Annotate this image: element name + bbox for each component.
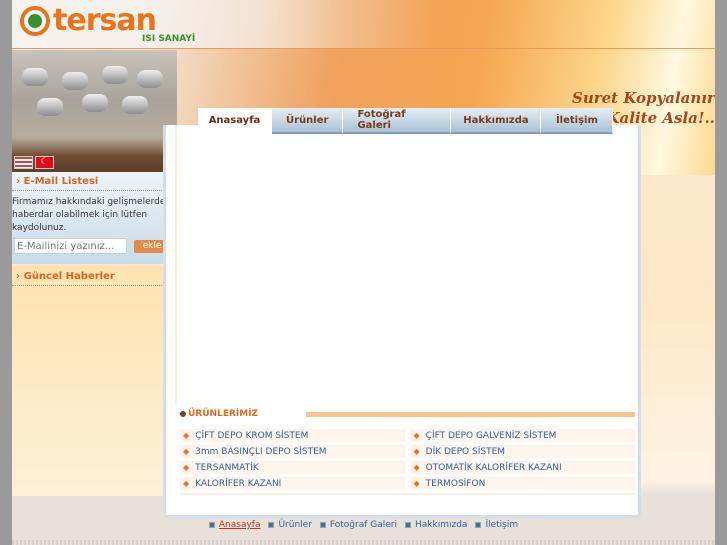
language-flags: ☾ bbox=[14, 156, 54, 169]
square-bullet-icon bbox=[208, 522, 215, 528]
footer-link-label: Ürünler bbox=[278, 520, 312, 530]
footer-link-hakkimizda[interactable]: Hakkımızda bbox=[405, 520, 467, 530]
flag-en-icon[interactable] bbox=[14, 156, 33, 169]
email-list-title: › E-Mail Listesi bbox=[12, 173, 168, 191]
product-link[interactable]: ◆ 3mm BASINÇLI DEPO SİSTEM bbox=[180, 445, 405, 458]
square-bullet-icon bbox=[319, 522, 326, 528]
news-title: › Güncel Haberler bbox=[12, 268, 168, 286]
news-box: › Güncel Haberler bbox=[12, 266, 174, 496]
bullet-icon: ◆ bbox=[413, 479, 420, 488]
footer-link-urunler[interactable]: Ürünler bbox=[268, 520, 312, 530]
square-bullet-icon bbox=[475, 522, 482, 528]
bullet-icon bbox=[180, 411, 186, 417]
flag-tr-icon[interactable]: ☾ bbox=[35, 156, 54, 169]
bullet-icon: ◆ bbox=[413, 447, 420, 456]
logo-emblem-icon bbox=[20, 6, 50, 36]
email-input[interactable] bbox=[14, 238, 127, 254]
product-link[interactable]: ◆ TERMOSİFON bbox=[410, 477, 635, 490]
footer-link-label: Anasayfa bbox=[218, 520, 261, 530]
email-list-box: › E-Mail Listesi Firmamız hakkındaki gel… bbox=[12, 172, 174, 264]
bullet-icon: ◆ bbox=[183, 463, 190, 472]
product-label: ÇİFT DEPO GALVENİZ SİSTEM bbox=[425, 430, 557, 441]
footer-link-iletisim[interactable]: İletişim bbox=[475, 520, 518, 530]
product-link[interactable]: ◆ ÇİFT DEPO KROM SİSTEM bbox=[180, 429, 405, 442]
logo-text: tersan bbox=[53, 3, 157, 38]
product-link[interactable]: ◆ OTOMATİK KALORİFER KAZANI bbox=[410, 461, 635, 474]
product-label: 3mm BASINÇLI DEPO SİSTEM bbox=[195, 446, 327, 457]
logo[interactable]: tersan bbox=[20, 3, 157, 38]
product-link[interactable]: ◆ ÇİFT DEPO GALVENİZ SİSTEM bbox=[410, 429, 635, 442]
footer-link-anasayfa[interactable]: Anasayfa bbox=[208, 520, 261, 530]
footer-pattern bbox=[12, 540, 715, 545]
bullet-icon: ◆ bbox=[413, 431, 420, 440]
square-bullet-icon bbox=[405, 522, 411, 528]
email-list-text: Firmamız hakkındaki gelişmelerden haberd… bbox=[12, 197, 172, 233]
content-divider bbox=[175, 125, 177, 405]
tab-anasayfa[interactable]: Anasayfa bbox=[198, 108, 272, 134]
tab-hakkimizda[interactable]: Hakkımızda bbox=[451, 108, 542, 134]
sidebar: › E-Mail Listesi Firmamız hakkındaki gel… bbox=[12, 172, 174, 502]
logo-subtitle: ISI SANAYİ bbox=[142, 34, 196, 44]
product-label: KALORİFER KAZANI bbox=[195, 478, 282, 489]
footer-link-label: İletişim bbox=[485, 520, 519, 530]
product-link[interactable]: ◆ DİK DEPO SİSTEM bbox=[410, 445, 635, 458]
bullet-icon: ◆ bbox=[183, 447, 190, 456]
tab-urunler[interactable]: Ürünler bbox=[272, 108, 344, 134]
product-label: ÇİFT DEPO KROM SİSTEM bbox=[195, 430, 309, 441]
page: tersan ISI SANAYİ Suret Kopyalanır Kalit… bbox=[12, 0, 715, 545]
footer-link-label: Fotoğraf Galeri bbox=[329, 520, 397, 530]
products-title-bar bbox=[306, 411, 635, 417]
bullet-icon: ◆ bbox=[183, 479, 190, 488]
product-label: DİK DEPO SİSTEM bbox=[425, 446, 506, 457]
product-label: OTOMATİK KALORİFER KAZANI bbox=[425, 462, 562, 473]
email-list-title-text: E-Mail Listesi bbox=[23, 176, 99, 187]
news-title-text: Güncel Haberler bbox=[23, 271, 115, 282]
slogan-line1: Suret Kopyalanır bbox=[572, 89, 715, 107]
tab-fotograf-galeri[interactable]: Fotoğraf Galeri bbox=[343, 108, 452, 134]
square-bullet-icon bbox=[268, 522, 275, 528]
footer-link-label: Hakkımızda bbox=[415, 520, 468, 530]
product-link[interactable]: ◆ KALORİFER KAZANI bbox=[180, 477, 405, 490]
product-label: TERSANMATİK bbox=[195, 462, 259, 473]
products-title: ÜRÜNLERİMİZ bbox=[188, 409, 259, 419]
product-label: TERMOSİFON bbox=[425, 478, 486, 489]
bullet-icon: ◆ bbox=[413, 463, 420, 472]
bullet-icon: ◆ bbox=[183, 431, 190, 440]
main-content: ÜRÜNLERİMİZ ◆ ÇİFT DEPO KROM SİSTEM ◆ ÇİFT… bbox=[163, 125, 641, 518]
main-nav: Anasayfa Ürünler Fotoğraf Galeri Hakkımı… bbox=[198, 108, 614, 134]
products-section: ÜRÜNLERİMİZ ◆ ÇİFT DEPO KROM SİSTEM ◆ ÇİFT… bbox=[180, 407, 635, 495]
product-link[interactable]: ◆ TERSANMATİK bbox=[180, 461, 405, 474]
tab-iletisim[interactable]: İletişim bbox=[541, 108, 614, 134]
footer-link-fotograf-galeri[interactable]: Fotoğraf Galeri bbox=[319, 520, 397, 530]
footer-nav: Anasayfa Ürünler Fotoğraf Galeri Hakkımı… bbox=[12, 520, 715, 530]
